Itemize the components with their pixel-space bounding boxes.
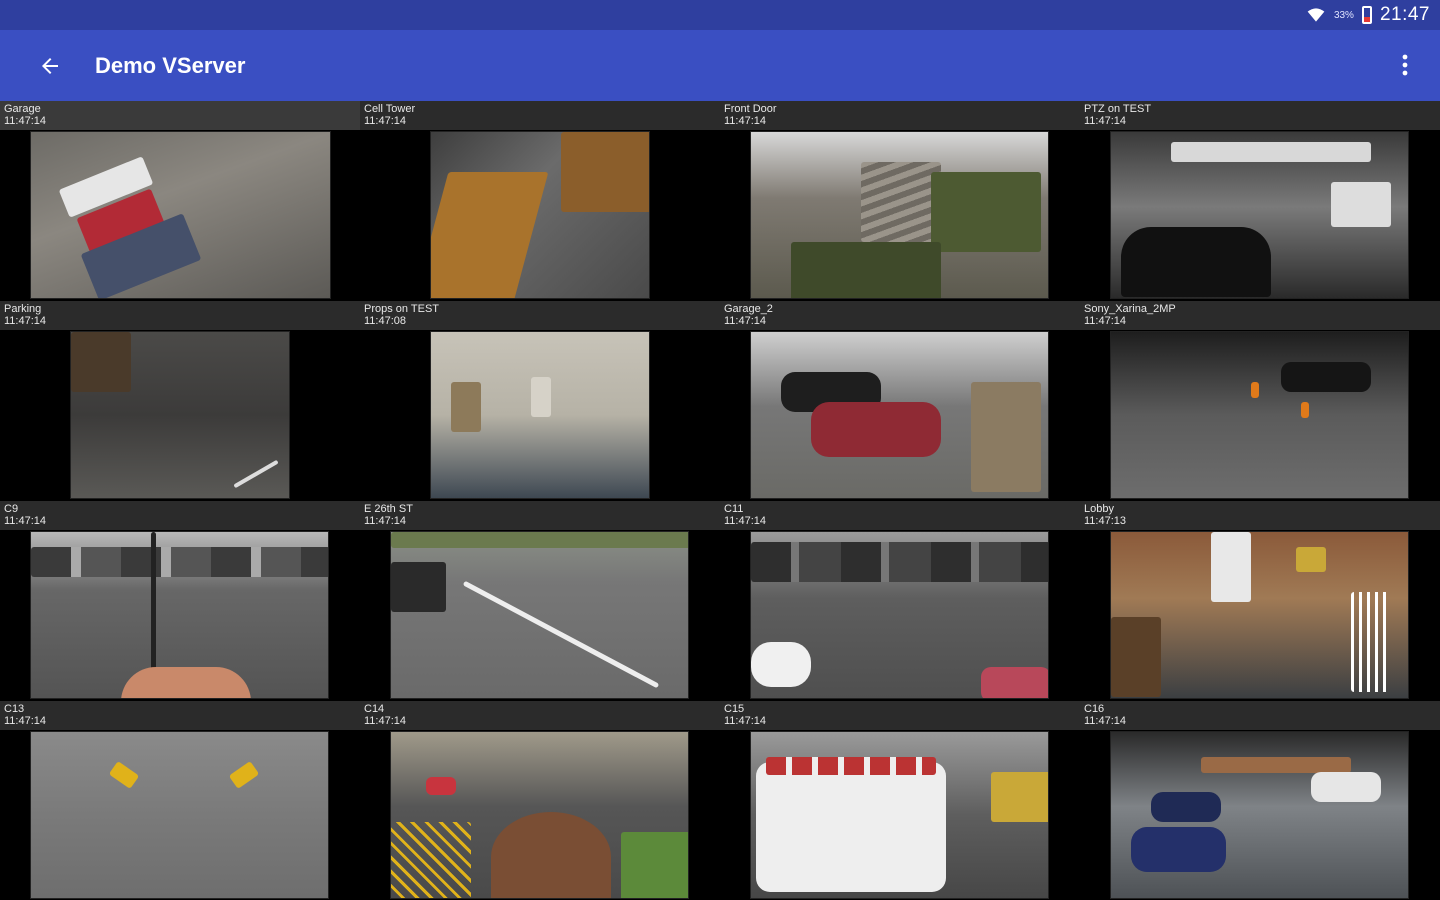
status-clock: 21:47 bbox=[1379, 4, 1430, 25]
camera-header: E 26th ST 11:47:14 bbox=[360, 501, 720, 530]
camera-tile-lobby[interactable]: Lobby 11:47:13 bbox=[1080, 501, 1440, 701]
camera-video-feed[interactable] bbox=[390, 531, 689, 699]
camera-name: C11 bbox=[724, 503, 744, 515]
camera-header: Garage_2 11:47:14 bbox=[720, 301, 1080, 330]
camera-name: Garage bbox=[4, 103, 41, 115]
camera-tile-c11[interactable]: C11 11:47:14 bbox=[720, 501, 1080, 701]
camera-tile-c14[interactable]: C14 11:47:14 bbox=[360, 701, 720, 900]
camera-timestamp: 11:47:14 bbox=[4, 715, 47, 727]
camera-name: Parking bbox=[4, 303, 42, 315]
camera-header: C16 11:47:14 bbox=[1080, 701, 1440, 730]
camera-grid: Garage 11:47:14 Cell Tower 11:47:14 Fron… bbox=[0, 101, 1440, 900]
back-button[interactable] bbox=[0, 30, 100, 101]
camera-timestamp: 11:47:14 bbox=[364, 715, 407, 727]
camera-header: Garage 11:47:14 bbox=[0, 101, 360, 130]
camera-tile-parking[interactable]: Parking 11:47:14 bbox=[0, 301, 360, 501]
camera-name: Front Door bbox=[724, 103, 777, 115]
camera-header: Sony_Xarina_2MP 11:47:14 bbox=[1080, 301, 1440, 330]
camera-timestamp: 11:47:14 bbox=[1084, 315, 1127, 327]
camera-video-feed[interactable] bbox=[750, 331, 1049, 499]
camera-video-feed[interactable] bbox=[1110, 331, 1409, 499]
camera-timestamp: 11:47:14 bbox=[724, 315, 767, 327]
camera-timestamp: 11:47:14 bbox=[724, 515, 767, 527]
camera-name: Cell Tower bbox=[364, 103, 416, 115]
camera-timestamp: 11:47:13 bbox=[1084, 515, 1127, 527]
camera-tile-sony-xarina-2mp[interactable]: Sony_Xarina_2MP 11:47:14 bbox=[1080, 301, 1440, 501]
camera-header: PTZ on TEST 11:47:14 bbox=[1080, 101, 1440, 130]
camera-header: Lobby 11:47:13 bbox=[1080, 501, 1440, 530]
camera-header: Props on TEST 11:47:08 bbox=[360, 301, 720, 330]
camera-header: C15 11:47:14 bbox=[720, 701, 1080, 730]
camera-tile-c16[interactable]: C16 11:47:14 bbox=[1080, 701, 1440, 900]
camera-name: Sony_Xarina_2MP bbox=[1084, 303, 1176, 315]
camera-timestamp: 11:47:14 bbox=[1084, 715, 1127, 727]
camera-video-feed[interactable] bbox=[30, 731, 329, 899]
camera-video-feed[interactable] bbox=[1110, 731, 1409, 899]
camera-tile-c15[interactable]: C15 11:47:14 bbox=[720, 701, 1080, 900]
camera-tile-garage-2[interactable]: Garage_2 11:47:14 bbox=[720, 301, 1080, 501]
camera-header: C9 11:47:14 bbox=[0, 501, 360, 530]
camera-video-feed[interactable] bbox=[70, 331, 290, 499]
battery-icon bbox=[1361, 6, 1372, 24]
camera-tile-ptz-on-test[interactable]: PTZ on TEST 11:47:14 bbox=[1080, 101, 1440, 301]
camera-timestamp: 11:47:14 bbox=[724, 715, 767, 727]
camera-name: Lobby bbox=[1084, 503, 1114, 515]
camera-name: C15 bbox=[724, 703, 745, 715]
camera-tile-c13[interactable]: C13 11:47:14 bbox=[0, 701, 360, 900]
camera-header: C11 11:47:14 bbox=[720, 501, 1080, 530]
camera-tile-cell-tower[interactable]: Cell Tower 11:47:14 bbox=[360, 101, 720, 301]
camera-timestamp: 11:47:14 bbox=[724, 115, 767, 127]
camera-timestamp: 11:47:14 bbox=[364, 115, 407, 127]
camera-name: C9 bbox=[4, 503, 19, 515]
camera-video-feed[interactable] bbox=[750, 531, 1049, 699]
arrow-left-icon bbox=[42, 57, 58, 74]
camera-name: Garage_2 bbox=[724, 303, 773, 315]
camera-tile-garage[interactable]: Garage 11:47:14 bbox=[0, 101, 360, 301]
app-bar: Demo VServer bbox=[0, 30, 1440, 101]
camera-name: C16 bbox=[1084, 703, 1105, 715]
camera-video-feed[interactable] bbox=[390, 731, 689, 899]
camera-timestamp: 11:47:14 bbox=[364, 515, 407, 527]
camera-video-feed[interactable] bbox=[30, 531, 329, 699]
more-vert-icon bbox=[1402, 54, 1408, 76]
camera-tile-props-on-test[interactable]: Props on TEST 11:47:08 bbox=[360, 301, 720, 501]
camera-timestamp: 11:47:08 bbox=[364, 315, 407, 327]
camera-header: C13 11:47:14 bbox=[0, 701, 360, 730]
page-title: Demo VServer bbox=[95, 52, 246, 78]
camera-header: Parking 11:47:14 bbox=[0, 301, 360, 330]
camera-video-feed[interactable] bbox=[30, 131, 331, 299]
camera-timestamp: 11:47:14 bbox=[4, 515, 47, 527]
camera-video-feed[interactable] bbox=[1110, 531, 1409, 699]
camera-timestamp: 11:47:14 bbox=[4, 115, 47, 127]
camera-tile-e-26th-st[interactable]: E 26th ST 11:47:14 bbox=[360, 501, 720, 701]
camera-tile-c9[interactable]: C9 11:47:14 bbox=[0, 501, 360, 701]
overflow-menu-button[interactable] bbox=[1390, 50, 1420, 80]
camera-video-feed[interactable] bbox=[750, 131, 1049, 299]
battery-percent: 33% bbox=[1333, 9, 1354, 21]
camera-name: E 26th ST bbox=[364, 503, 413, 515]
camera-name: Props on TEST bbox=[364, 303, 439, 315]
camera-video-feed[interactable] bbox=[750, 731, 1049, 899]
camera-name: C14 bbox=[364, 703, 385, 715]
camera-video-feed[interactable] bbox=[1110, 131, 1409, 299]
camera-timestamp: 11:47:14 bbox=[1084, 115, 1127, 127]
camera-header: C14 11:47:14 bbox=[360, 701, 720, 730]
status-bar: 33% 21:47 bbox=[0, 0, 1440, 30]
camera-tile-front-door[interactable]: Front Door 11:47:14 bbox=[720, 101, 1080, 301]
camera-name: C13 bbox=[4, 703, 25, 715]
camera-name: PTZ on TEST bbox=[1084, 103, 1152, 115]
camera-video-feed[interactable] bbox=[430, 331, 650, 499]
camera-header: Front Door 11:47:14 bbox=[720, 101, 1080, 130]
camera-timestamp: 11:47:14 bbox=[4, 315, 47, 327]
camera-video-feed[interactable] bbox=[430, 131, 650, 299]
camera-header: Cell Tower 11:47:14 bbox=[360, 101, 720, 130]
wifi-icon bbox=[1307, 8, 1325, 22]
